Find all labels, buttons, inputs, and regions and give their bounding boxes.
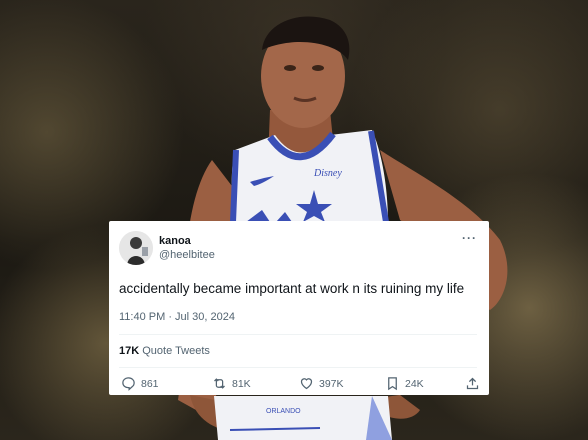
tweet-header: kanoa @heelbitee ··· xyxy=(119,231,477,269)
reply-icon xyxy=(122,377,135,391)
retweet-count: 81K xyxy=(232,377,251,390)
user-handle[interactable]: @heelbitee xyxy=(159,248,215,263)
quote-label: Quote Tweets xyxy=(142,345,210,357)
author-info: kanoa @heelbitee xyxy=(159,234,215,263)
reply-count: 861 xyxy=(141,377,159,390)
quote-tweets-stat[interactable]: 17K Quote Tweets xyxy=(119,345,477,357)
jersey-chest-logo: Disney xyxy=(313,168,342,179)
share-icon xyxy=(466,377,479,390)
shorts-team-text: ORLANDO xyxy=(266,408,301,415)
more-options-icon[interactable]: ··· xyxy=(462,231,477,245)
tweet-timestamp[interactable]: 11:40 PM · Jul 30, 2024 xyxy=(119,311,477,323)
like-count: 397K xyxy=(319,377,344,390)
bookmark-icon xyxy=(388,377,397,391)
tweet-actions: 861 81K 397K 24K xyxy=(119,376,480,402)
retweet-icon xyxy=(214,378,225,389)
heart-icon xyxy=(300,378,313,390)
retweet-button[interactable]: 81K xyxy=(212,376,251,391)
divider xyxy=(119,334,477,335)
like-button[interactable]: 397K xyxy=(299,376,344,391)
share-button[interactable] xyxy=(465,376,480,391)
avatar-photo-icon xyxy=(119,231,153,265)
quote-count: 17K xyxy=(119,345,140,357)
tweet-card[interactable]: kanoa @heelbitee ··· accidentally became… xyxy=(109,221,489,395)
reply-button[interactable]: 861 xyxy=(121,376,159,391)
display-name[interactable]: kanoa xyxy=(159,234,215,248)
bookmark-count: 24K xyxy=(405,377,424,390)
tweet-text: accidentally became important at work n … xyxy=(119,281,465,296)
divider xyxy=(119,367,477,368)
bookmark-button[interactable]: 24K xyxy=(385,376,424,391)
avatar[interactable] xyxy=(119,231,153,265)
